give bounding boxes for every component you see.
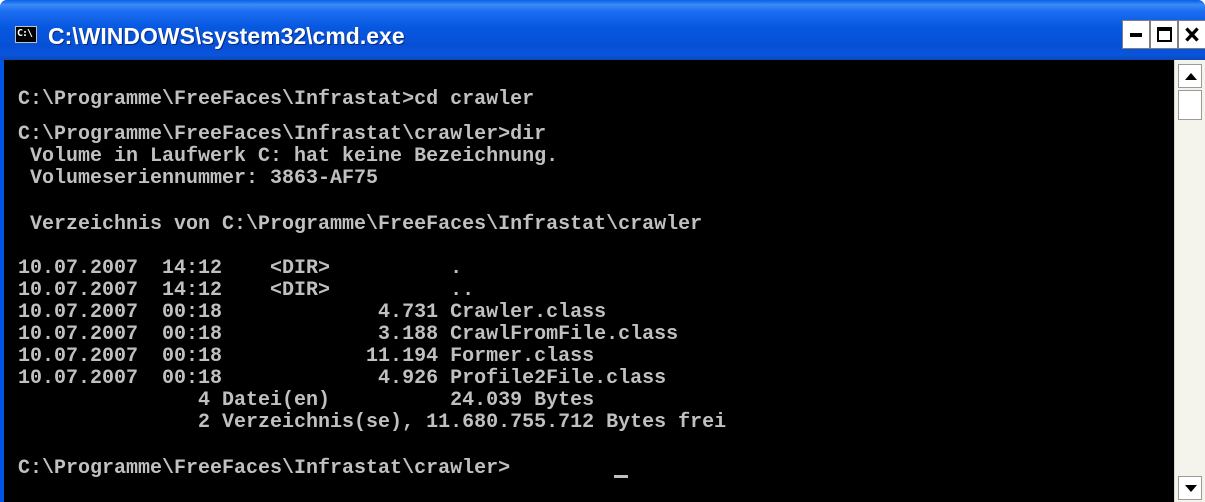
scroll-down-button[interactable]: [1178, 476, 1202, 500]
window-title: C:\WINDOWS\system32\cmd.exe: [48, 23, 405, 49]
scroll-thumb[interactable]: [1178, 90, 1202, 120]
minimize-icon: [1130, 33, 1142, 37]
close-button[interactable]: [1178, 20, 1205, 49]
console-icon-glyph: C:\: [17, 28, 33, 39]
console-line: Volumeseriennummer: 3863-AF75: [18, 167, 379, 190]
console-line: C:\Programme\FreeFaces\Infrastat\crawler…: [18, 457, 511, 480]
console-line: C:\Programme\FreeFaces\Infrastat>cd craw…: [18, 88, 535, 111]
maximize-icon: [1157, 27, 1172, 42]
minimize-button[interactable]: [1122, 20, 1150, 49]
arrow-up-icon: [1185, 73, 1197, 80]
console-line: 4 Datei(en) 24.039 Bytes: [18, 389, 595, 412]
console-output[interactable]: C:\Programme\FreeFaces\Infrastat>cd craw…: [4, 60, 1174, 502]
console-line: 10.07.2007 14:12 <DIR> .: [18, 257, 463, 280]
cmd-window: C:\ C:\WINDOWS\system32\cmd.exe C:\Progr…: [0, 0, 1205, 502]
console-line: Volume in Laufwerk C: hat keine Bezeichn…: [18, 145, 559, 168]
scroll-up-button[interactable]: [1178, 64, 1202, 88]
console-line: 10.07.2007 00:18 11.194 Former.class: [18, 345, 595, 368]
text-cursor: [614, 475, 628, 478]
console-line: C:\Programme\FreeFaces\Infrastat\crawler…: [18, 123, 547, 146]
console-line: 10.07.2007 00:18 4.926 Profile2File.clas…: [18, 367, 667, 390]
console-line: 10.07.2007 00:18 3.188 CrawlFromFile.cla…: [18, 323, 679, 346]
maximize-button[interactable]: [1150, 20, 1178, 49]
arrow-down-icon: [1185, 485, 1197, 492]
console-line: 10.07.2007 14:12 <DIR> ..: [18, 279, 475, 302]
title-bar[interactable]: C:\ C:\WINDOWS\system32\cmd.exe: [0, 0, 1205, 60]
console-line: 10.07.2007 00:18 4.731 Crawler.class: [18, 301, 607, 324]
console-line: 2 Verzeichnis(se), 11.680.755.712 Bytes …: [18, 411, 727, 434]
console-icon[interactable]: C:\: [15, 26, 37, 43]
vertical-scrollbar[interactable]: [1174, 60, 1205, 502]
close-icon: [1185, 27, 1199, 42]
console-line: Verzeichnis von C:\Programme\FreeFaces\I…: [18, 213, 703, 236]
